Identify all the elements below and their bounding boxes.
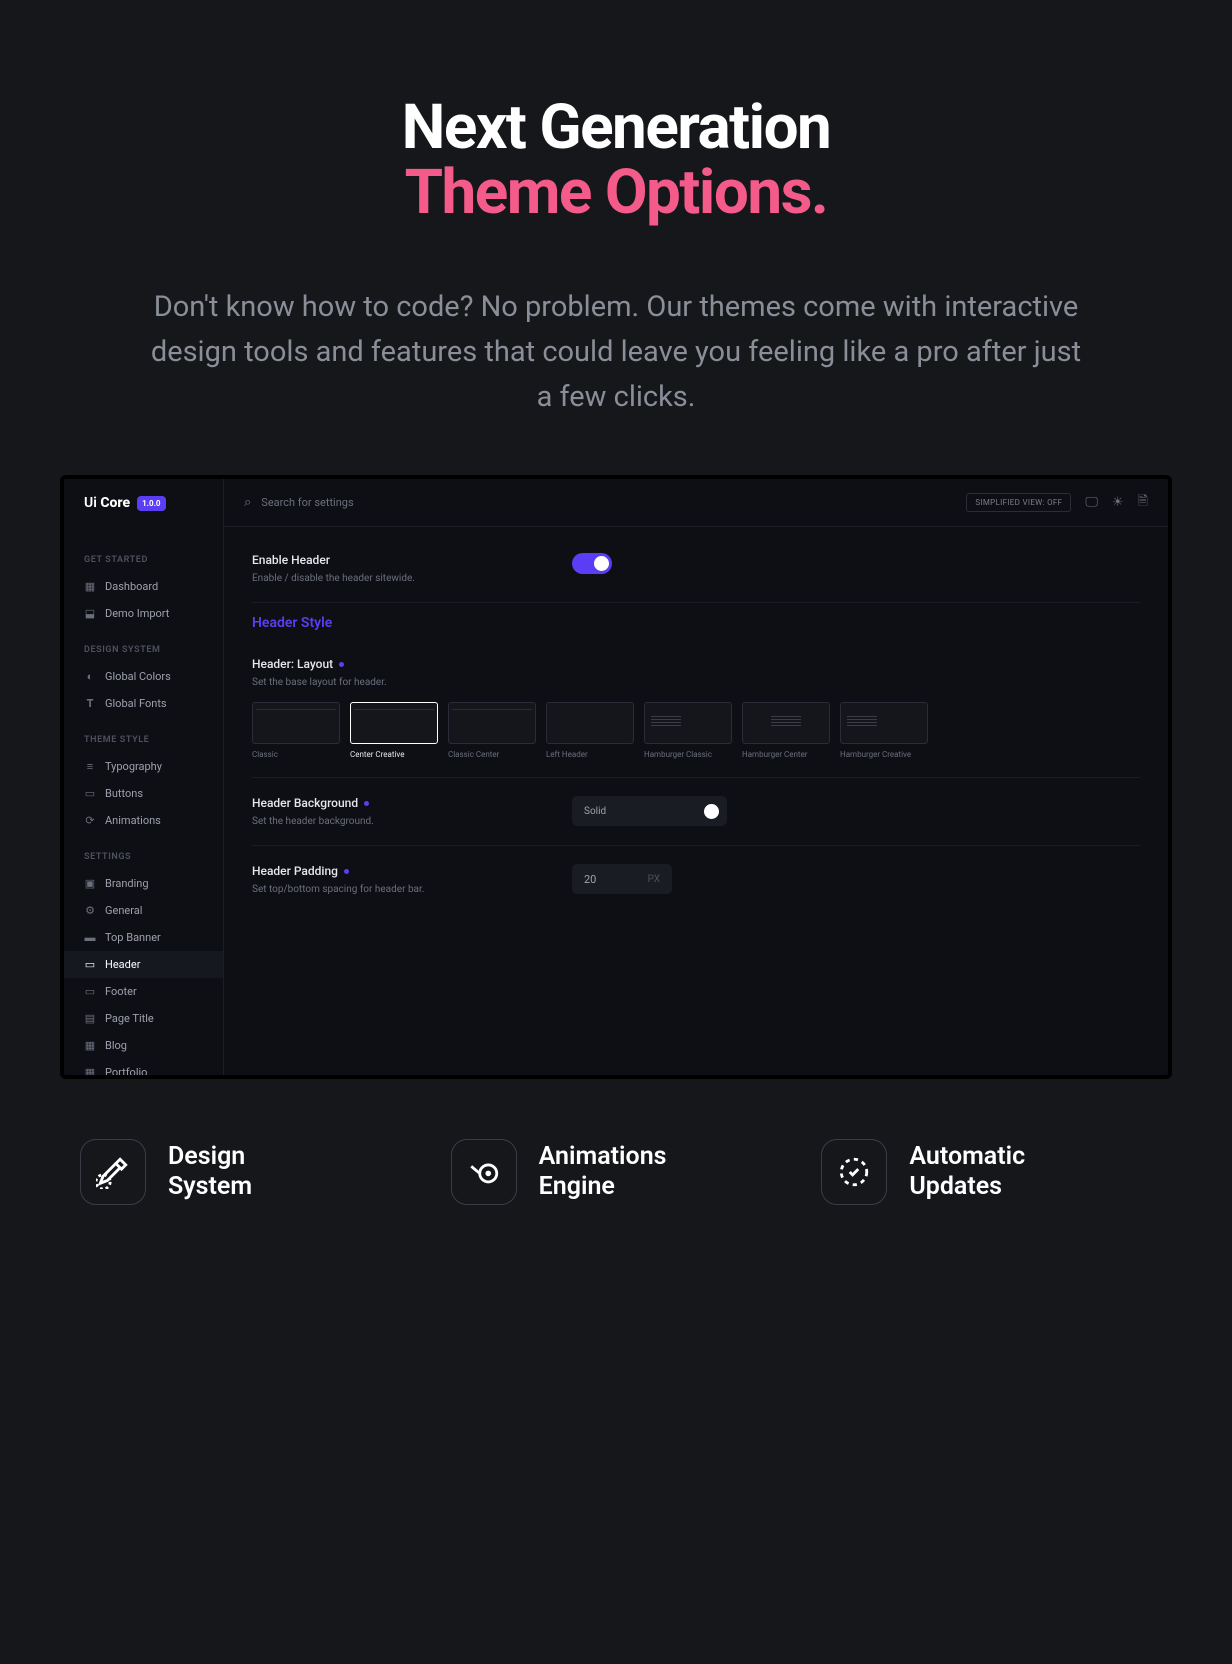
dot-icon (344, 869, 349, 874)
search-placeholder: Search for settings (261, 496, 353, 509)
color-swatch (704, 804, 719, 819)
footer-icon: ▭ (84, 986, 96, 998)
header-padding-input[interactable]: 20 PX (572, 864, 672, 894)
nav-footer[interactable]: ▭Footer (64, 978, 223, 1005)
animations-icon: ⟳ (84, 815, 96, 827)
section-design-system: DESIGN SYSTEM (64, 627, 223, 663)
dot-icon (339, 662, 344, 667)
header-layout-desc: Set the base layout for header. (252, 677, 1140, 688)
feature-text: DesignSystem (168, 1142, 252, 1202)
nav-demo-import[interactable]: ⬓Demo Import (64, 600, 223, 627)
layout-options: Classic Center Creative Classic Center L… (252, 702, 1140, 759)
nav-dashboard[interactable]: ▦Dashboard (64, 573, 223, 600)
nav-page-title[interactable]: ▤Page Title (64, 1005, 223, 1032)
section-settings: SETTINGS (64, 834, 223, 870)
typography-icon: ≡ (84, 761, 96, 773)
save-icon[interactable]: 🗎 (1138, 492, 1148, 514)
header-bg-desc: Set the header background. (252, 816, 572, 827)
blog-icon: ▦ (84, 1040, 96, 1052)
desktop-icon[interactable]: 🖵 (1085, 495, 1098, 510)
general-icon: ⚙ (84, 905, 96, 917)
nav-blog[interactable]: ▦Blog (64, 1032, 223, 1059)
search-input[interactable]: ⌕ Search for settings (244, 495, 354, 510)
palette-icon: ◐ (84, 671, 96, 683)
feature-text: AnimationsEngine (539, 1142, 667, 1202)
eyedropper-icon (80, 1139, 146, 1205)
enable-header-toggle[interactable] (572, 553, 612, 574)
nav-top-banner[interactable]: ▬Top Banner (64, 924, 223, 951)
title-line1: Next Generation (402, 91, 831, 164)
dashboard-icon: ▦ (84, 581, 96, 593)
enable-header-label: Enable Header (252, 553, 572, 567)
buttons-icon: ▭ (84, 788, 96, 800)
theme-options-panel: Ui Core 1.0.0 GET STARTED ▦Dashboard ⬓De… (60, 475, 1172, 1079)
simplified-view-toggle[interactable]: SIMPLIFIED VIEW: OFF (966, 493, 1071, 512)
header-bg-select[interactable]: Solid (572, 796, 727, 826)
header-layout-label: Header: Layout (252, 657, 1140, 671)
header-layout-row: Header: Layout Set the base layout for h… (252, 639, 1140, 778)
nav-header[interactable]: ▭Header (64, 951, 223, 978)
portfolio-icon: ▦ (84, 1067, 96, 1076)
banner-icon: ▬ (84, 932, 96, 944)
features-row: DesignSystem AnimationsEngine AutomaticU… (0, 1079, 1232, 1205)
nav-typography[interactable]: ≡Typography (64, 753, 223, 780)
theme-toggle-icon[interactable]: ☀ (1112, 495, 1124, 510)
header-padding-desc: Set top/bottom spacing for header bar. (252, 884, 572, 895)
header-background-row: Header Background Set the header backgro… (252, 778, 1140, 846)
section-theme-style: THEME STYLE (64, 717, 223, 753)
layout-classic[interactable]: Classic (252, 702, 340, 759)
nav-general[interactable]: ⚙General (64, 897, 223, 924)
feature-animations: AnimationsEngine (451, 1139, 782, 1205)
topbar: ⌕ Search for settings SIMPLIFIED VIEW: O… (224, 479, 1168, 527)
main-area: ⌕ Search for settings SIMPLIFIED VIEW: O… (224, 479, 1168, 1075)
enable-header-desc: Enable / disable the header sitewide. (252, 573, 572, 584)
header-style-heading: Header Style (252, 615, 1140, 631)
search-icon: ⌕ (244, 495, 251, 510)
layout-hamburger-creative[interactable]: Hamburger Creative (840, 702, 928, 759)
hero: Next Generation Theme Options. Don't kno… (0, 0, 1232, 420)
layout-center-creative[interactable]: Center Creative (350, 702, 438, 759)
content: Enable Header Enable / disable the heade… (224, 527, 1168, 939)
header-bg-value: Solid (584, 806, 606, 817)
section-get-started: GET STARTED (64, 537, 223, 573)
padding-value: 20 (584, 873, 596, 886)
brand-logo: Ui Core (84, 495, 130, 511)
page-title-icon: ▤ (84, 1013, 96, 1025)
blender-icon (451, 1139, 517, 1205)
header-icon: ▭ (84, 959, 96, 971)
title-line2: Theme Options. (405, 156, 828, 229)
layout-left-header[interactable]: Left Header (546, 702, 634, 759)
header-padding-row: Header Padding Set top/bottom spacing fo… (252, 846, 1140, 913)
header-bg-label: Header Background (252, 796, 572, 810)
enable-header-row: Enable Header Enable / disable the heade… (252, 553, 1140, 603)
sidebar: GET STARTED ▦Dashboard ⬓Demo Import DESI… (64, 479, 224, 1075)
hero-title: Next Generation Theme Options. (120, 95, 1112, 225)
nav-branding[interactable]: ▣Branding (64, 870, 223, 897)
layout-hamburger-center[interactable]: Hamburger Center (742, 702, 830, 759)
nav-animations[interactable]: ⟳Animations (64, 807, 223, 834)
feature-text: AutomaticUpdates (909, 1142, 1025, 1202)
branding-icon: ▣ (84, 878, 96, 890)
padding-unit: PX (648, 874, 660, 885)
dot-icon (364, 801, 369, 806)
nav-global-colors[interactable]: ◐Global Colors (64, 663, 223, 690)
hero-subtitle: Don't know how to code? No problem. Our … (120, 285, 1112, 420)
feature-design-system: DesignSystem (80, 1139, 411, 1205)
font-icon: 𝐓 (84, 698, 96, 710)
feature-updates: AutomaticUpdates (821, 1139, 1152, 1205)
layout-hamburger-classic[interactable]: Hamburger Classic (644, 702, 732, 759)
import-icon: ⬓ (84, 608, 96, 620)
header-padding-label: Header Padding (252, 864, 572, 878)
version-badge: 1.0.0 (137, 496, 165, 511)
nav-portfolio[interactable]: ▦Portfolio (64, 1059, 223, 1075)
layout-classic-center[interactable]: Classic Center (448, 702, 536, 759)
nav-global-fonts[interactable]: 𝐓Global Fonts (64, 690, 223, 717)
nav-buttons[interactable]: ▭Buttons (64, 780, 223, 807)
brand: Ui Core 1.0.0 (84, 495, 166, 511)
update-icon (821, 1139, 887, 1205)
